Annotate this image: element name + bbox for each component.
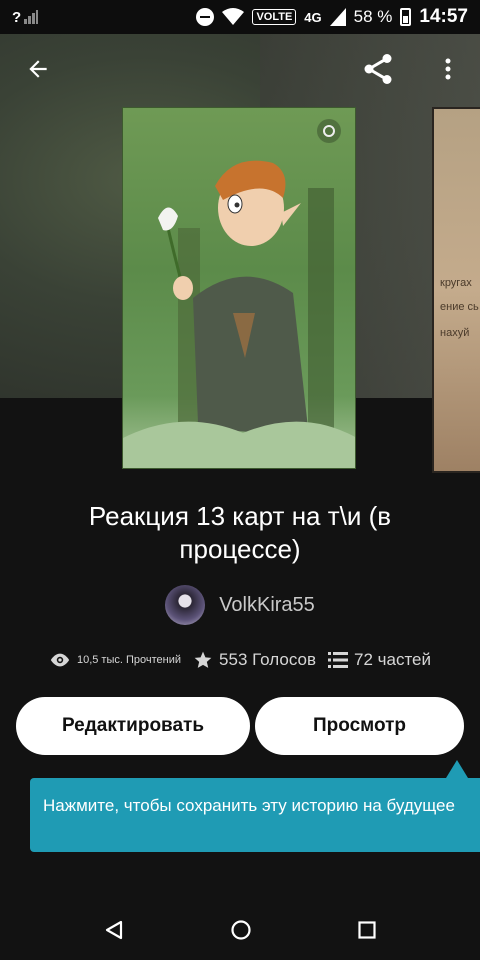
signal-icon <box>24 10 39 24</box>
parts-count: 72 частей <box>354 650 432 669</box>
share-icon <box>364 54 392 84</box>
arrow-left-icon <box>29 60 47 78</box>
clock: 14:57 <box>419 6 468 27</box>
reads-count: 10,5 тыс. Прочтений <box>76 654 182 666</box>
network-type: 4G <box>304 9 322 25</box>
save-story-tooltip[interactable]: Нажмите, чтобы сохранить эту историю на … <box>30 778 480 852</box>
status-right: VOLTE 4G 58 % 14:57 <box>196 6 468 28</box>
signal-label: ? <box>12 8 22 26</box>
author-row[interactable]: VolkKira55 <box>0 585 480 625</box>
system-nav-bar <box>0 900 480 960</box>
avatar[interactable] <box>165 585 206 625</box>
next-cover-text: кругах <box>440 277 472 289</box>
list-icon <box>328 652 349 668</box>
author-name[interactable]: VolkKira55 <box>219 594 315 617</box>
parts-stat: 72 частей <box>328 650 431 670</box>
edit-button[interactable]: Редактировать <box>16 697 250 755</box>
top-bar <box>0 34 480 104</box>
star-icon <box>194 651 212 668</box>
cell-signal-icon <box>329 8 346 26</box>
more-vertical-icon <box>445 58 451 80</box>
volte-badge: VOLTE <box>252 9 297 25</box>
tooltip-pointer <box>446 760 468 778</box>
reads-stat: 10,5 тыс. Прочтений <box>49 652 181 668</box>
story-cover[interactable] <box>122 107 356 469</box>
eye-icon <box>50 653 70 667</box>
votes-count: 553 Голосов <box>219 650 317 669</box>
status-bar: ? VOLTE 4G 58 % 14:57 <box>0 0 480 34</box>
next-cover-text: ение сь <box>440 301 479 313</box>
do-not-disturb-icon <box>196 8 215 26</box>
battery-percent: 58 % <box>353 7 393 26</box>
share-button[interactable] <box>356 47 400 91</box>
next-cover-text: нахуй <box>440 327 470 339</box>
next-story-cover[interactable]: кругах ение сь нахуй <box>432 107 480 473</box>
wifi-icon <box>222 8 245 25</box>
status-left: ? <box>12 9 39 26</box>
story-title: Реакция 13 карт на т\и (в процессе) <box>88 501 392 564</box>
more-options-button[interactable] <box>426 47 470 91</box>
back-button[interactable] <box>16 47 60 91</box>
view-button[interactable]: Просмотр <box>255 697 464 755</box>
expand-cover-icon[interactable] <box>316 118 342 144</box>
votes-stat: 553 Голосов <box>193 650 316 670</box>
nav-back-icon[interactable] <box>103 919 125 941</box>
nav-recents-icon[interactable] <box>357 920 377 940</box>
nav-home-icon[interactable] <box>230 919 252 941</box>
battery-icon <box>400 8 412 26</box>
story-stats: 10,5 тыс. Прочтений 553 Голосов 72 часте… <box>0 650 480 670</box>
cover-illustration <box>123 160 355 468</box>
